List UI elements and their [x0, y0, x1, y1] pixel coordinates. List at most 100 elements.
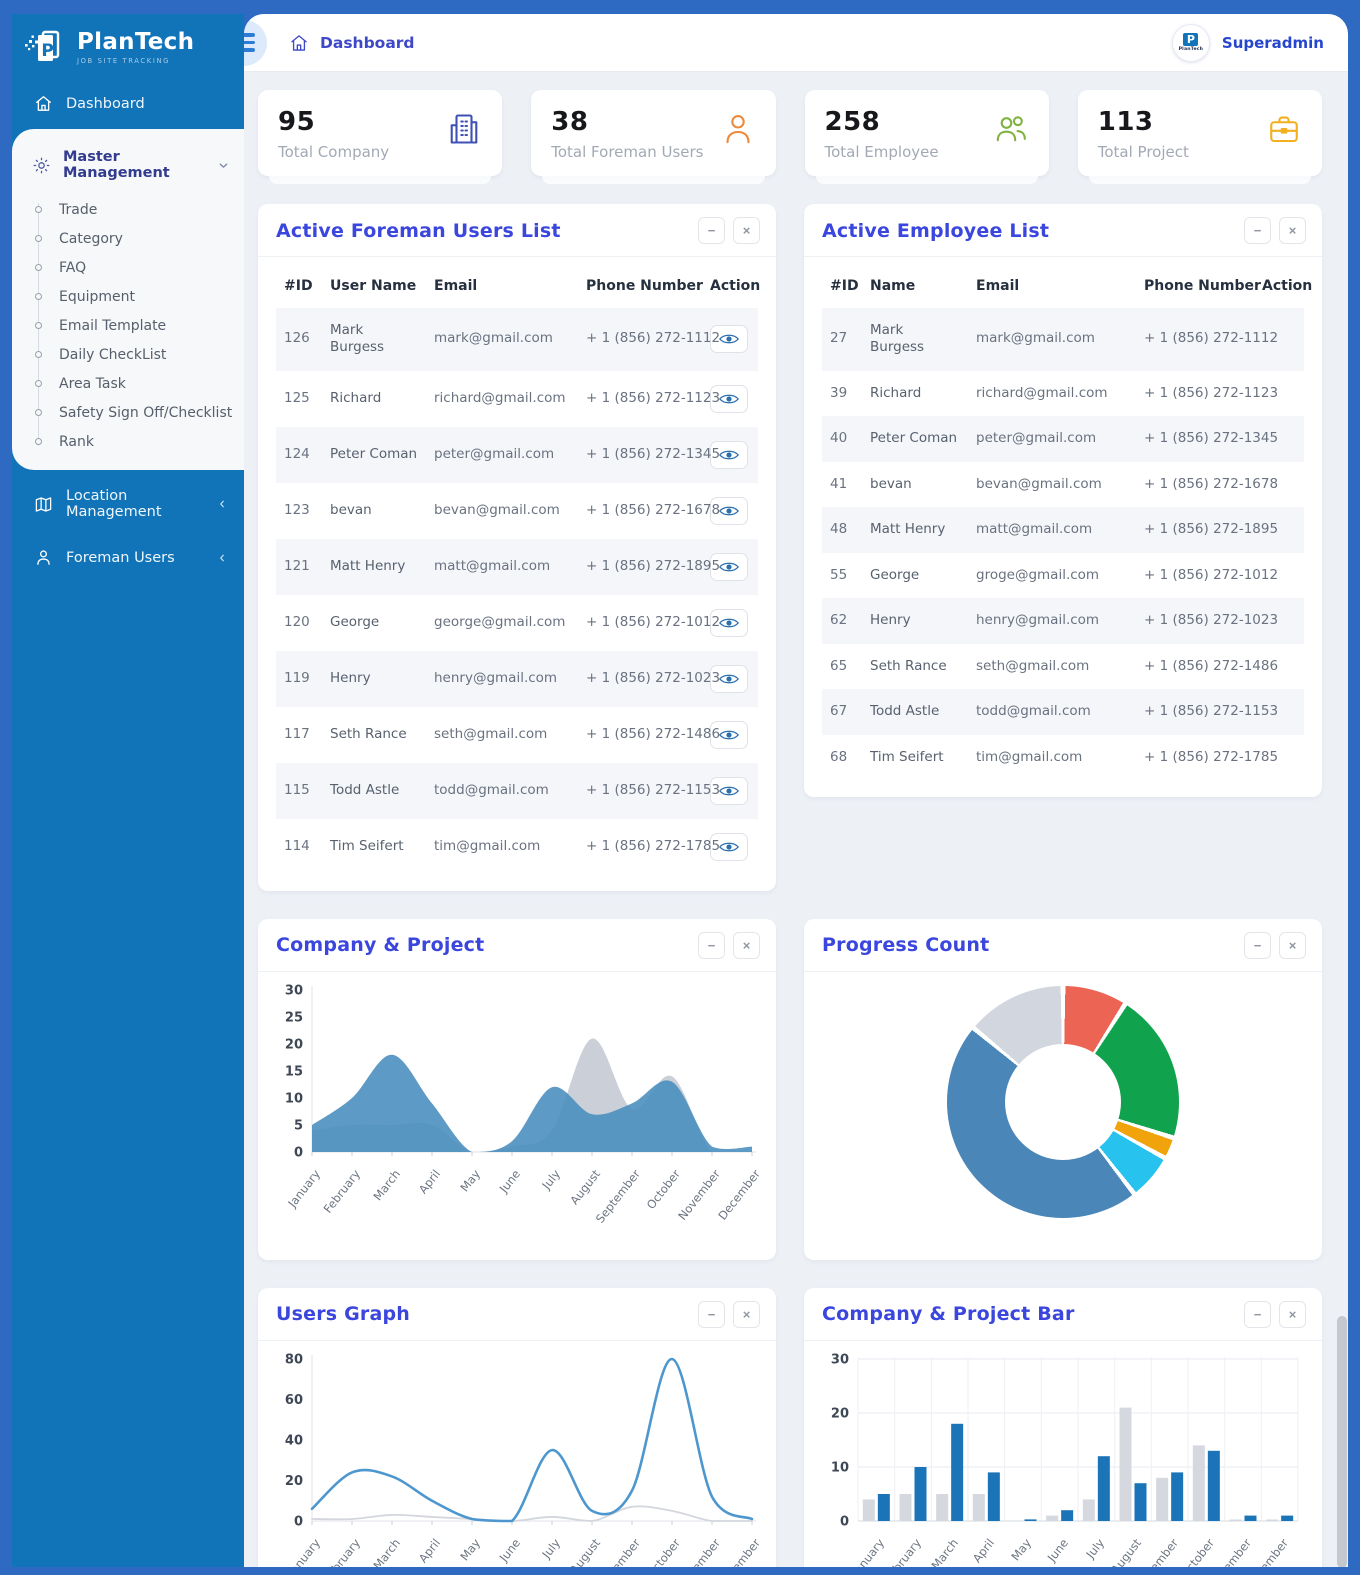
x-axis-tick-label: October — [1177, 1535, 1218, 1567]
x-axis-tick-label: February — [881, 1535, 925, 1567]
home-icon — [34, 94, 53, 113]
sidebar-item-foreman-users[interactable]: Foreman Users — [12, 538, 244, 577]
breadcrumb[interactable]: Dashboard — [289, 33, 415, 53]
bullet-icon — [35, 380, 42, 387]
svg-text:30: 30 — [831, 1352, 849, 1367]
cell-name: Tim Seifert — [330, 837, 404, 854]
area-widget-close-button[interactable]: × — [733, 931, 760, 959]
company-project-bar-widget: Company & Project Bar − × 0 10 20 30 January… — [804, 1287, 1322, 1567]
x-axis-tick-label: March — [928, 1535, 961, 1567]
sidebar-subitem-daily-checklist[interactable]: Daily CheckList — [12, 340, 244, 369]
stat-value: 113 — [1097, 107, 1154, 137]
x-axis-tick-label: November — [675, 1535, 724, 1567]
cell-name: Todd Astle — [870, 703, 940, 720]
foreman-widget-close-button[interactable]: × — [733, 217, 760, 244]
employee-widget-close-button[interactable]: × — [1279, 217, 1306, 244]
x-axis-tick-label: September — [592, 1535, 644, 1567]
sidebar-subitem-equipment[interactable]: Equipment — [12, 282, 244, 311]
cell-email: matt@gmail.com — [434, 557, 551, 574]
building-icon — [446, 111, 482, 147]
sidebar-subitem-email-template[interactable]: Email Template — [12, 311, 244, 340]
cell-name: Matt Henry — [330, 557, 406, 574]
sidebar-subitem-safety-sign-off-checklist[interactable]: Safety Sign Off/Checklist — [12, 398, 244, 427]
table-row: 124 Peter Coman peter@gmail.com + 1 (856) 2… — [276, 426, 758, 483]
sidebar-item-master-management[interactable]: Master Management — [12, 137, 244, 193]
donut-widget-close-button[interactable]: × — [1279, 931, 1306, 959]
stat-card-total-foreman-users: 38 Total Foreman Users — [531, 90, 776, 184]
avatar: P PlanTech — [1171, 23, 1210, 62]
cell-phone: + 1 (856) 272-1023 — [1144, 612, 1279, 629]
svg-text:20: 20 — [831, 1406, 849, 1421]
master-management-panel: Master Management Trade Category FAQ Equipm… — [12, 129, 244, 470]
line-widget-close-button[interactable]: × — [733, 1300, 760, 1328]
column-header-email: Email — [976, 278, 1020, 294]
svg-text:0: 0 — [840, 1514, 849, 1529]
line-widget-minimize-button[interactable]: − — [698, 1300, 725, 1328]
svg-text:P: P — [41, 41, 53, 61]
x-axis-tick-label: December — [715, 1535, 764, 1567]
svg-text:10: 10 — [831, 1460, 849, 1475]
foreman-widget-minimize-button[interactable]: − — [698, 217, 725, 244]
sidebar-subitem-rank[interactable]: Rank — [12, 427, 244, 456]
cell-email: bevan@gmail.com — [434, 501, 560, 518]
svg-text:25: 25 — [285, 1010, 303, 1025]
cell-name: Tim Seifert — [870, 748, 944, 765]
widget-title: Users Graph — [276, 1303, 411, 1326]
area-widget-minimize-button[interactable]: − — [698, 931, 725, 959]
widget-title: Active Employee List — [822, 219, 1050, 242]
cell-email: tim@gmail.com — [434, 837, 541, 854]
x-axis-tick-label: June — [496, 1166, 524, 1195]
donut-widget-minimize-button[interactable]: − — [1244, 931, 1271, 959]
bullet-icon — [35, 293, 42, 300]
topbar: Dashboard P PlanTech Superadmin — [244, 14, 1348, 72]
charts-row-2: Users Graph − × 0 20 40 60 80 January February… — [258, 1287, 1322, 1567]
sidebar-subitem-faq[interactable]: FAQ — [12, 253, 244, 282]
table-row: 119 Henry henry@gmail.com + 1 (856) 272-102… — [276, 650, 758, 707]
cell-email: bevan@gmail.com — [976, 475, 1102, 492]
cell-id: 68 — [830, 748, 848, 765]
widget-title: Active Foreman Users List — [276, 219, 561, 242]
cell-id: 119 — [284, 669, 310, 686]
cell-id: 120 — [284, 613, 310, 630]
table-row: 41 bevan bevan@gmail.com + 1 (856) 272-1678 — [822, 462, 1304, 508]
cell-id: 41 — [830, 475, 848, 492]
cell-phone: + 1 (856) 272-1023 — [586, 669, 721, 686]
sidebar-subitem-label: Trade — [59, 201, 98, 218]
svg-text:0: 0 — [294, 1514, 303, 1529]
chevron-left-icon — [216, 498, 228, 510]
user-menu[interactable]: P PlanTech Superadmin — [1171, 23, 1324, 62]
x-axis-tick-label: August — [1108, 1535, 1145, 1567]
x-axis-tick-label: February — [320, 1166, 364, 1216]
x-axis-tick-label: November — [1206, 1535, 1255, 1567]
table-row: 48 Matt Henry matt@gmail.com + 1 (856) 272-… — [822, 507, 1304, 553]
employee-widget-minimize-button[interactable]: − — [1244, 217, 1271, 244]
home-icon — [289, 33, 309, 53]
cell-email: mark@gmail.com — [976, 330, 1095, 347]
cell-id: 121 — [284, 557, 310, 574]
x-axis-tick-label: July — [539, 1535, 564, 1561]
stat-value: 38 — [551, 107, 589, 137]
people-icon — [993, 111, 1029, 147]
sidebar-subitem-category[interactable]: Category — [12, 224, 244, 253]
sidebar-item-dashboard[interactable]: Dashboard — [12, 84, 244, 123]
cell-id: 40 — [830, 430, 848, 447]
sidebar-subitem-trade[interactable]: Trade — [12, 195, 244, 224]
breadcrumb-label: Dashboard — [320, 33, 415, 52]
cell-email: matt@gmail.com — [976, 521, 1093, 538]
sidebar-item-location-management[interactable]: Location Management — [12, 478, 244, 530]
bullet-icon — [35, 235, 42, 242]
menu-toggle-button[interactable] — [244, 19, 267, 66]
bar-widget-close-button[interactable]: × — [1279, 1300, 1306, 1328]
sidebar-subitem-area-task[interactable]: Area Task — [12, 369, 244, 398]
vertical-scrollbar[interactable] — [1337, 1316, 1347, 1567]
table-row: 40 Peter Coman peter@gmail.com + 1 (856) 27… — [822, 416, 1304, 462]
plantech-logo-icon: P — [24, 28, 68, 68]
cell-name: Peter Coman — [870, 430, 958, 447]
x-axis-tick-label: October — [643, 1166, 684, 1212]
cell-name: George — [330, 613, 380, 630]
cell-name: Henry — [330, 669, 371, 686]
cell-email: richard@gmail.com — [434, 389, 566, 406]
brand-logo[interactable]: P PlanTech JOB SITE TRACKING — [12, 14, 244, 84]
bar-widget-minimize-button[interactable]: − — [1244, 1300, 1271, 1328]
column-header-name: Name — [870, 278, 916, 294]
